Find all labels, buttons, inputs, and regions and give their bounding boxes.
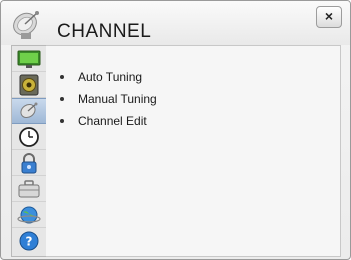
menu-item-label: Channel Edit <box>78 114 147 128</box>
channel-menu-window: CHANNEL × ? Auto Tuning Manual Tuning Ch… <box>0 0 351 260</box>
sidebar-item-audio[interactable] <box>12 72 46 98</box>
lock-icon <box>21 152 37 173</box>
menu-item-channel-edit[interactable]: Channel Edit <box>60 110 157 132</box>
option-icon <box>18 179 40 197</box>
time-icon <box>19 126 39 147</box>
sidebar-item-lock[interactable] <box>12 150 46 176</box>
sidebar-item-channel[interactable] <box>12 98 46 124</box>
window-header: CHANNEL × <box>1 1 350 45</box>
bullet-icon <box>60 119 64 123</box>
picture-icon <box>17 50 41 68</box>
sidebar-item-network[interactable] <box>12 202 46 228</box>
network-icon <box>17 206 41 223</box>
menu-item-manual-tuning[interactable]: Manual Tuning <box>60 88 157 110</box>
svg-text:?: ? <box>26 235 33 249</box>
audio-icon <box>19 74 39 95</box>
satellite-dish-icon <box>13 11 39 39</box>
sidebar-item-support[interactable]: ? <box>12 228 46 254</box>
support-icon: ? <box>19 231 39 251</box>
sidebar-item-picture[interactable] <box>12 46 46 72</box>
channel-menu-list: Auto Tuning Manual Tuning Channel Edit <box>60 66 157 132</box>
sidebar-item-time[interactable] <box>12 124 46 150</box>
page-title: CHANNEL <box>57 21 152 42</box>
bullet-icon <box>60 97 64 101</box>
menu-item-auto-tuning[interactable]: Auto Tuning <box>60 66 157 88</box>
menu-content-area: Auto Tuning Manual Tuning Channel Edit <box>46 45 341 257</box>
sidebar-item-option[interactable] <box>12 176 46 202</box>
channel-icon <box>20 102 38 119</box>
category-sidebar: ? <box>11 45 47 257</box>
bullet-icon <box>60 75 64 79</box>
menu-item-label: Manual Tuning <box>78 92 157 106</box>
menu-item-label: Auto Tuning <box>78 70 143 84</box>
close-button[interactable]: × <box>316 6 342 28</box>
